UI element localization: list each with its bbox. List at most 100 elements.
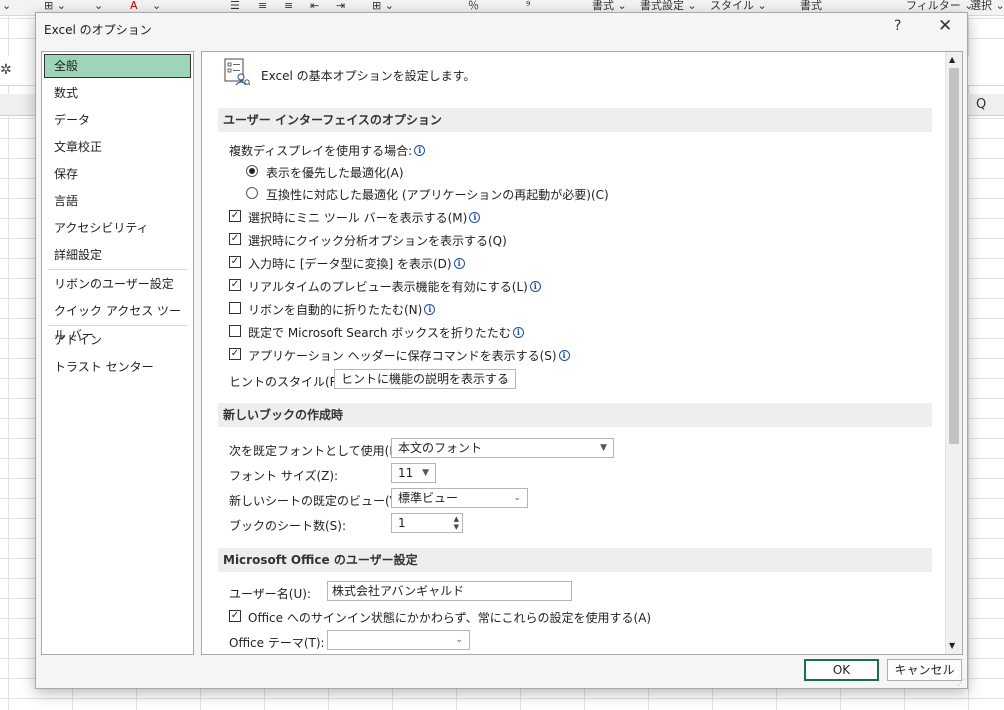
help-button[interactable]: ?: [894, 18, 901, 34]
section-new-workbook: 新しいブックの作成時: [218, 403, 932, 427]
info-icon: i: [529, 281, 541, 292]
default-font-value: 本文のフォント: [398, 441, 483, 455]
decrease-indent-button[interactable]: ⇤: [310, 0, 319, 12]
tooltip-style-select[interactable]: ヒントに機能の説明を表示する ⌄: [334, 369, 516, 389]
nav-item-addins[interactable]: アドイン: [44, 328, 191, 352]
align-bottom-button[interactable]: ≡: [284, 0, 293, 12]
scroll-up-icon[interactable]: ▲: [949, 55, 955, 64]
always-use-settings-label[interactable]: Office へのサインイン状態にかかわらず、常にこれらの設定を使用する(A): [248, 609, 651, 626]
cell-styles-button[interactable]: スタイル ⌄: [710, 0, 767, 12]
radio-optimize-compat-label[interactable]: 互換性に対応した最適化 (アプリケーションの再起動が必要)(C): [266, 186, 609, 203]
align-top-button[interactable]: ☰: [230, 0, 240, 12]
option-save-commands-label: アプリケーション ヘッダーに保存コマンドを表示する(S): [248, 349, 557, 363]
excel-options-dialog: Excel のオプション ? ✕ 全般 数式 データ 文章校正 保存 言語 アク…: [35, 12, 968, 689]
scroll-down-icon[interactable]: ▼: [949, 641, 955, 650]
multi-display-label-text: 複数ディスプレイを使用する場合:: [229, 144, 413, 158]
column-header-q[interactable]: Q: [976, 97, 986, 112]
nav-item-save[interactable]: 保存: [44, 162, 191, 186]
function-icon[interactable]: ✲: [0, 62, 12, 78]
option-collapse-search[interactable]: 既定で Microsoft Search ボックスを折りたたむ i: [248, 324, 524, 341]
default-view-label: 新しいシートの既定のビュー(V):: [229, 494, 407, 508]
info-icon: i: [414, 145, 426, 156]
default-font-select[interactable]: 本文のフォント ▼: [391, 438, 614, 458]
percent-button[interactable]: ％: [468, 0, 479, 12]
find-select-button[interactable]: 選択 ⌄: [970, 0, 1004, 12]
checkbox-save-commands[interactable]: ✓: [229, 348, 241, 360]
close-button[interactable]: ✕: [938, 16, 952, 36]
multi-display-label: 複数ディスプレイを使用する場合: i: [229, 142, 426, 159]
checkbox-quick-analysis[interactable]: ✓: [229, 233, 241, 245]
option-mini-toolbar[interactable]: 選択時にミニ ツール バーを表示する(M) i: [248, 209, 481, 226]
default-font-label: 次を既定フォントとして使用(N):: [229, 444, 408, 458]
font-size-select[interactable]: 11 ▼: [391, 463, 436, 483]
decimal-button[interactable]: ⁹: [526, 0, 530, 12]
nav-item-proofing[interactable]: 文章校正: [44, 135, 191, 159]
nav-item-advanced[interactable]: 詳細設定: [44, 243, 191, 267]
option-mini-toolbar-label: 選択時にミニ ツール バーを表示する(M): [248, 211, 468, 225]
increase-indent-button[interactable]: ⇥: [336, 0, 345, 12]
nav-item-accessibility[interactable]: アクセシビリティ: [44, 216, 191, 240]
sheet-count-input[interactable]: 1 ▲ ▼: [391, 513, 463, 533]
general-options-icon: [224, 58, 250, 86]
office-theme-label: Office テーマ(T):: [229, 636, 325, 650]
chevron-down-icon: ⌄: [513, 493, 521, 503]
nav-item-data[interactable]: データ: [44, 108, 191, 132]
scrollbar-thumb[interactable]: [949, 68, 959, 444]
nav-item-customize-ribbon[interactable]: リボンのユーザー設定: [44, 272, 191, 296]
table-format-button[interactable]: 書式設定 ⌄: [640, 0, 697, 12]
nav-item-quick-access-toolbar[interactable]: クイック アクセス ツール バー: [44, 299, 191, 342]
option-quick-analysis-label[interactable]: 選択時にクイック分析オプションを表示する(Q): [248, 232, 507, 249]
option-live-preview[interactable]: リアルタイムのプレビュー表示機能を有効にする(L) i: [248, 278, 541, 295]
chevron-down-icon: ⌄: [501, 374, 509, 384]
default-view-value: 標準ビュー: [398, 491, 459, 505]
option-collapse-ribbon[interactable]: リボンを自動的に折りたたむ(N) i: [248, 301, 436, 318]
content-scrollbar[interactable]: ▲ ▼: [945, 52, 962, 654]
checkbox-always-use-settings[interactable]: ✓: [229, 610, 241, 622]
ribbon-dropdown[interactable]: ⌄: [2, 0, 11, 12]
options-content: Excel の基本オプションを設定します。 ユーザー インターフェイスのオプショ…: [201, 51, 963, 655]
info-icon: i: [424, 304, 436, 315]
format-button[interactable]: 書式: [800, 0, 822, 12]
borders-button[interactable]: ⊞ ⌄: [44, 0, 66, 12]
radio-optimize-display-label[interactable]: 表示を優先した最適化(A): [266, 164, 404, 181]
checkbox-live-preview[interactable]: ✓: [229, 279, 241, 291]
fill-color-dropdown[interactable]: ⌄: [94, 0, 103, 12]
option-save-commands[interactable]: アプリケーション ヘッダーに保存コマンドを表示する(S) i: [248, 347, 570, 364]
checkbox-collapse-ribbon[interactable]: [229, 302, 241, 314]
nav-item-language[interactable]: 言語: [44, 189, 191, 213]
nav-item-formulas[interactable]: 数式: [44, 81, 191, 105]
checkbox-mini-toolbar[interactable]: ✓: [229, 210, 241, 222]
font-size-label: フォント サイズ(Z):: [229, 469, 339, 483]
merge-button[interactable]: ⊞ ⌄: [372, 0, 394, 12]
option-data-type[interactable]: 入力時に [データ型に変換] を表示(D) i: [248, 255, 465, 272]
option-collapse-ribbon-label: リボンを自動的に折りたたむ(N): [248, 303, 423, 317]
spinner-arrows-icon[interactable]: ▲ ▼: [454, 515, 459, 531]
chevron-down-icon: ⌄: [455, 635, 463, 645]
checkbox-data-type[interactable]: ✓: [229, 256, 241, 268]
conditional-format-button[interactable]: 書式 ⌄: [592, 0, 627, 12]
radio-optimize-display[interactable]: [246, 165, 258, 177]
section-ui-options: ユーザー インターフェイスのオプション: [218, 108, 932, 132]
cancel-button[interactable]: キャンセル: [887, 659, 962, 681]
info-icon: i: [558, 350, 570, 361]
ok-button[interactable]: OK: [804, 659, 879, 681]
radio-optimize-compat[interactable]: [246, 187, 258, 199]
username-input[interactable]: 株式会社アバンギャルド: [327, 581, 572, 601]
info-icon: i: [512, 327, 524, 338]
nav-item-trust-center[interactable]: トラスト センター: [44, 355, 191, 379]
tooltip-style-label: ヒントのスタイル(R):: [229, 375, 347, 389]
nav-item-general[interactable]: 全般: [44, 54, 191, 78]
checkbox-collapse-search[interactable]: [229, 325, 241, 337]
font-size-value: 11: [398, 466, 414, 480]
office-theme-select[interactable]: ⌄: [327, 630, 470, 650]
align-middle-button[interactable]: ≡: [258, 0, 267, 12]
resize-grip-icon[interactable]: ⋰: [957, 678, 965, 687]
default-view-select[interactable]: 標準ビュー ⌄: [391, 488, 528, 508]
sheet-count-value: 1: [398, 516, 406, 530]
tooltip-style-value: ヒントに機能の説明を表示する: [341, 372, 510, 386]
chevron-down-icon: ▼: [422, 468, 429, 478]
sort-filter-button[interactable]: フィルター ⌄: [906, 0, 974, 12]
nav-divider: [48, 269, 187, 270]
font-color-dropdown[interactable]: ⌄: [152, 0, 161, 12]
font-color-button[interactable]: A: [130, 0, 138, 12]
